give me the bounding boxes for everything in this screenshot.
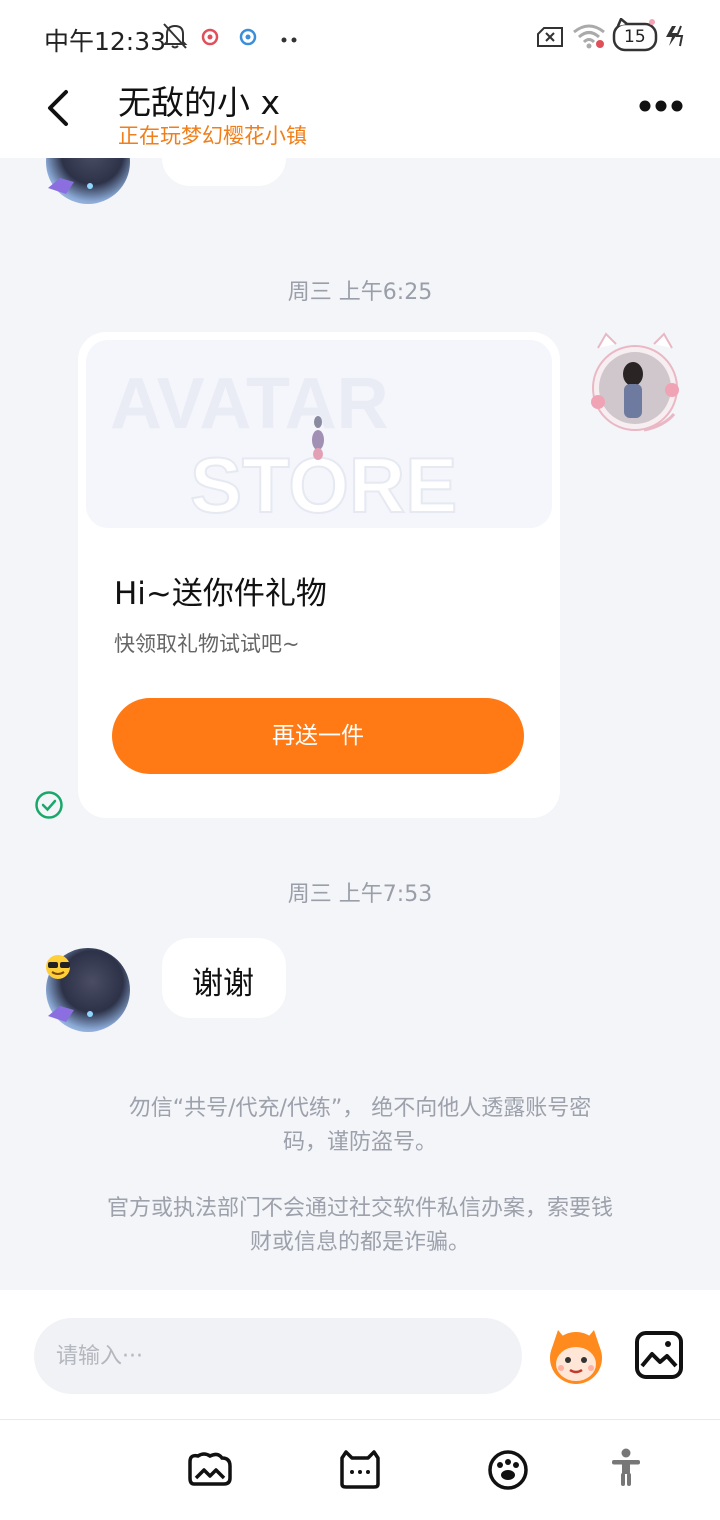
mute-bell-icon	[162, 22, 188, 54]
status-bar: 中午12:33 15	[0, 0, 720, 72]
message-input[interactable]	[34, 1318, 522, 1394]
gift-card-message[interactable]: AVATAR STORE Hi~送你件礼物 快领取礼物试试吧~ 再送一件	[78, 332, 560, 818]
battery-icon: 15	[612, 16, 660, 56]
banner-text-avatar: AVATAR	[110, 364, 389, 444]
accessibility-icon[interactable]	[610, 1448, 642, 1492]
gift-card-subtitle: 快领取礼物试试吧~	[114, 632, 300, 656]
notice-line: 码，谨防盗号。	[282, 1130, 437, 1155]
battery-level: 15	[624, 27, 646, 47]
cat-face-icon[interactable]	[338, 1450, 382, 1494]
timestamp: 周三 上午7:53	[287, 882, 433, 907]
notice-line: 财或信息的都是诈骗。	[249, 1230, 470, 1255]
charging-icon	[664, 24, 686, 52]
message-bubble[interactable]: 谢谢	[162, 938, 286, 1018]
send-another-gift-button[interactable]: 再送一件	[112, 698, 524, 774]
notice-line: 官方或执法部门不会通过社交软件私信办案，索要钱	[106, 1196, 613, 1221]
banner-text-store: STORE	[190, 441, 457, 528]
more-dots-icon	[280, 30, 298, 49]
more-horizontal-icon	[638, 100, 684, 120]
chat-message-list[interactable]: 周三 上午6:25 AVATAR STORE Hi~送你件礼物 快领取礼物试试吧…	[0, 158, 720, 1290]
security-notice-account: 勿信“共号/代充/代练”， 绝不向他人透露账号密 码，谨防盗号。	[60, 1092, 660, 1160]
clipped-text-fragment	[162, 158, 286, 186]
app-notification-icon	[200, 28, 220, 50]
app-notification-icon-2	[238, 28, 258, 50]
message-bubble-partial[interactable]	[162, 158, 286, 186]
chat-subtitle-status[interactable]: 正在玩梦幻樱花小镇	[118, 120, 307, 150]
chat-header: 无敌的小 x 正在玩梦幻樱花小镇	[0, 72, 720, 158]
image-icon[interactable]	[634, 1330, 684, 1384]
timestamp: 周三 上午6:25	[287, 280, 433, 305]
avatar-store-banner: AVATAR STORE	[86, 340, 552, 528]
avatar-sparkle-decoration	[48, 178, 93, 194]
message-text: 谢谢	[192, 966, 254, 1002]
sunglasses-emoji-badge-icon	[44, 952, 74, 984]
chevron-left-icon	[38, 90, 82, 134]
contact-avatar[interactable]	[46, 158, 130, 204]
back-button[interactable]	[38, 86, 82, 130]
monkey-sticker-icon[interactable]	[544, 1326, 608, 1390]
security-notice-fraud: 官方或执法部门不会通过社交软件私信办案，索要钱 财或信息的都是诈骗。	[60, 1192, 660, 1260]
photo-cloud-icon[interactable]	[188, 1450, 232, 1494]
chat-title[interactable]: 无敌的小 x	[118, 76, 280, 124]
message-input-bar	[0, 1290, 720, 1420]
check-circle-icon	[34, 790, 64, 824]
gift-card-title: Hi~送你件礼物	[114, 576, 327, 612]
sim-x-icon	[536, 26, 564, 52]
wifi-icon	[572, 22, 606, 54]
notice-line: 勿信“共号/代充/代练”， 绝不向他人透露账号密	[128, 1096, 592, 1121]
status-time: 中午12:33	[44, 27, 167, 56]
bottom-toolbar	[0, 1420, 720, 1520]
paw-icon[interactable]	[486, 1448, 530, 1494]
my-avatar[interactable]	[584, 330, 686, 442]
more-options-button[interactable]	[638, 96, 684, 116]
